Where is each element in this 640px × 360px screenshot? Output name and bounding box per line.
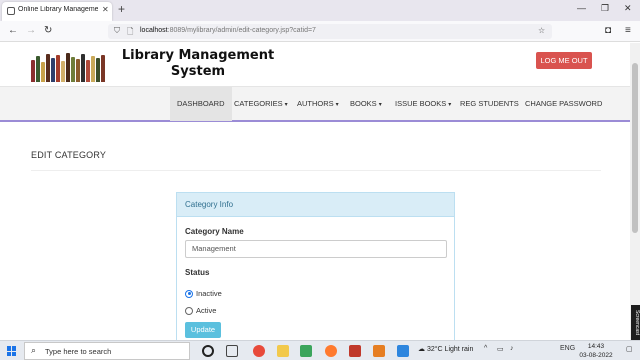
- panel-heading: Category Info: [177, 193, 454, 217]
- app-icon[interactable]: [397, 345, 409, 357]
- browser-navbar: ← → ↻ ⛉ 🗋 localhost:8089/mylibrary/admin…: [0, 21, 640, 42]
- menu-authors[interactable]: AUTHORS ▾: [297, 87, 339, 121]
- status-label: Status: [185, 268, 210, 277]
- cortana-icon[interactable]: [202, 345, 214, 357]
- chevron-up-icon[interactable]: ^: [484, 345, 487, 352]
- firefox-icon[interactable]: [325, 345, 337, 357]
- menu-dashboard[interactable]: DASHBOARD: [170, 87, 232, 121]
- file-explorer-icon[interactable]: [277, 345, 289, 357]
- chrome-icon[interactable]: [253, 345, 265, 357]
- menu-reg-students[interactable]: REG STUDENTS: [460, 87, 519, 121]
- url-text[interactable]: localhost:8089/mylibrary/admin/edit-cate…: [140, 27, 316, 34]
- screencast-watermark: Screencast: [631, 305, 640, 340]
- browser-tab[interactable]: Online Library Management Sys ✕: [2, 2, 112, 21]
- minimize-icon[interactable]: —: [577, 3, 586, 13]
- category-name-input[interactable]: Management: [185, 240, 447, 258]
- update-button[interactable]: Update: [185, 322, 221, 338]
- forward-icon[interactable]: →: [26, 25, 36, 36]
- pocket-icon[interactable]: ◘: [605, 25, 611, 36]
- windows-taskbar: ⌕ Type here to search ☁ 32°C Light rain …: [0, 340, 640, 360]
- menu-books[interactable]: BOOKS ▾: [350, 87, 382, 121]
- tab-title: Online Library Management Sys: [18, 6, 98, 13]
- weather-widget[interactable]: ☁ 32°C Light rain: [418, 345, 473, 353]
- menu-change-password[interactable]: CHANGE PASSWORD: [525, 87, 602, 121]
- search-icon: ⌕: [31, 345, 37, 355]
- volume-icon[interactable]: ♪: [510, 345, 514, 352]
- language-indicator[interactable]: ENG: [560, 345, 575, 352]
- page-info-icon[interactable]: 🗋: [127, 26, 133, 40]
- network-icon[interactable]: ▭: [497, 345, 504, 353]
- library-books-logo: [31, 50, 105, 82]
- divider: [31, 170, 601, 171]
- hamburger-menu-icon[interactable]: ≡: [625, 25, 631, 36]
- windows-start-icon[interactable]: [7, 346, 17, 356]
- category-name-label: Category Name: [185, 227, 244, 236]
- taskbar-search[interactable]: ⌕ Type here to search: [24, 342, 190, 360]
- close-window-icon[interactable]: ✕: [624, 3, 632, 14]
- shield-icon[interactable]: ⛉: [114, 26, 120, 36]
- chevron-down-icon: ▾: [284, 102, 288, 108]
- reload-icon[interactable]: ↻: [44, 25, 52, 36]
- chevron-down-icon: ▾: [448, 102, 452, 108]
- page-scrollbar[interactable]: [630, 43, 640, 340]
- logout-button[interactable]: LOG ME OUT: [536, 52, 592, 69]
- task-view-icon[interactable]: [226, 345, 238, 357]
- chevron-down-icon: ▾: [378, 102, 382, 108]
- page-title: EDIT CATEGORY: [31, 150, 107, 160]
- main-menu: DASHBOARD CATEGORIES ▾ AUTHORS ▾ BOOKS ▾ IS…: [0, 86, 630, 122]
- chevron-down-icon: ▾: [335, 102, 339, 108]
- notifications-icon[interactable]: ▢: [626, 345, 633, 353]
- app-icon[interactable]: [373, 345, 385, 357]
- category-info-panel: Category Info Category Name Management S…: [176, 192, 455, 352]
- app-icon[interactable]: [349, 345, 361, 357]
- taskbar-search-placeholder: Type here to search: [45, 347, 112, 356]
- scrollbar-thumb[interactable]: [632, 63, 638, 233]
- address-bar[interactable]: ⛉ 🗋 localhost:8089/mylibrary/admin/edit-…: [108, 24, 552, 39]
- new-tab-icon[interactable]: +: [118, 2, 125, 16]
- status-active-option[interactable]: Active: [185, 306, 216, 315]
- site-title: Library Management System: [121, 48, 275, 79]
- menu-issue-books[interactable]: ISSUE BOOKS ▾: [395, 87, 451, 121]
- store-icon[interactable]: [300, 345, 312, 357]
- page-favicon-icon: [7, 7, 15, 15]
- restore-icon[interactable]: ❐: [601, 3, 609, 14]
- browser-tab-strip: Online Library Management Sys ✕ + — ❐ ✕: [0, 0, 640, 21]
- radio-active[interactable]: [185, 306, 193, 315]
- menu-categories[interactable]: CATEGORIES ▾: [234, 87, 288, 121]
- system-clock[interactable]: 14:43 03-08-2022: [576, 342, 616, 360]
- back-icon[interactable]: ←: [8, 25, 18, 36]
- status-inactive-option[interactable]: Inactive: [185, 289, 222, 298]
- radio-inactive[interactable]: [185, 289, 193, 298]
- bookmark-star-icon[interactable]: ☆: [538, 26, 545, 35]
- close-tab-icon[interactable]: ✕: [102, 5, 109, 14]
